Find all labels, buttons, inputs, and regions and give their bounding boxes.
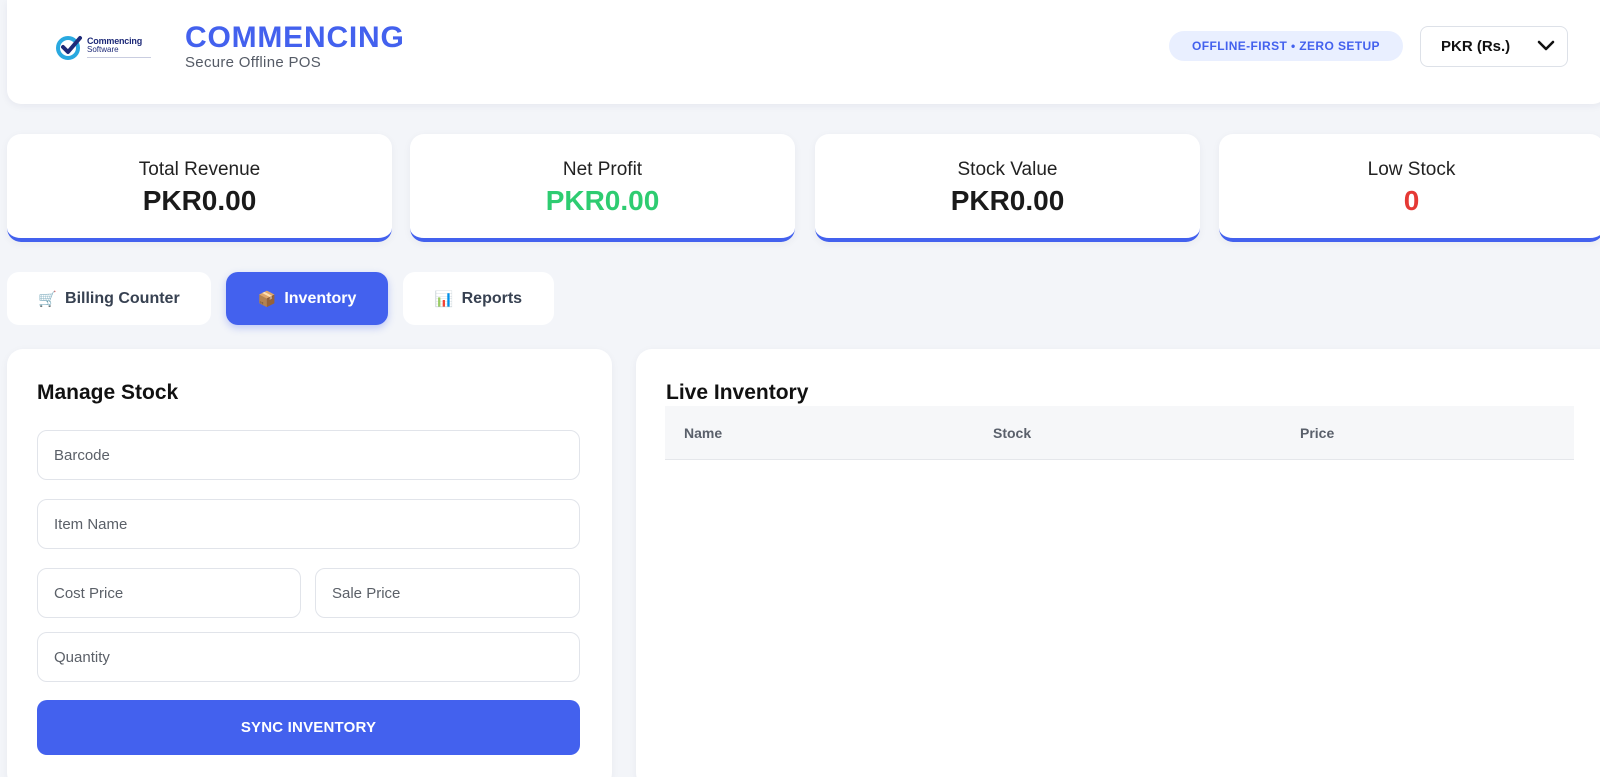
app-header: Commencing Software COMMENCING Secure Of… (7, 0, 1600, 104)
stat-value: PKR0.00 (142, 185, 257, 216)
tab-billing-counter[interactable]: 🛒 Billing Counter (7, 272, 211, 325)
cost-price-input[interactable] (37, 568, 301, 618)
chart-icon: 📊 (434, 290, 454, 308)
stat-card-total-revenue: Total Revenue PKR0.00 (7, 134, 392, 242)
currency-select-value: PKR (Rs.) (1441, 38, 1511, 55)
item-name-input[interactable] (37, 499, 580, 549)
inventory-table-header: Name Stock Price (665, 406, 1574, 460)
column-header-name: Name (684, 425, 723, 441)
stat-label: Low Stock (1367, 159, 1456, 180)
stat-card-net-profit: Net Profit PKR0.00 (410, 134, 795, 242)
tab-label: Reports (461, 289, 523, 307)
brand-subtitle: Secure Offline POS (185, 54, 322, 71)
status-badge: OFFLINE-FIRST • ZERO SETUP (1169, 31, 1403, 61)
tab-reports[interactable]: 📊 Reports (403, 272, 554, 325)
cart-icon: 🛒 (38, 290, 58, 308)
stat-card-low-stock: Low Stock 0 (1219, 134, 1600, 242)
stat-label: Stock Value (957, 159, 1058, 180)
stat-value: PKR0.00 (950, 185, 1065, 216)
chevron-down-icon (1537, 40, 1555, 51)
tab-inventory[interactable]: 📦 Inventory (226, 272, 388, 325)
barcode-input[interactable] (37, 430, 580, 480)
sale-price-input[interactable] (315, 568, 580, 618)
stat-value: PKR0.00 (545, 185, 660, 216)
sync-inventory-button[interactable]: SYNC INVENTORY (37, 700, 580, 755)
tab-label: Inventory (284, 289, 357, 307)
manage-stock-panel: Manage Stock SYNC INVENTORY (7, 349, 612, 777)
quantity-input[interactable] (37, 632, 580, 682)
check-logo-icon (56, 36, 82, 60)
live-inventory-panel: Live Inventory Name Stock Price (636, 349, 1600, 777)
stat-value: 0 (1403, 185, 1420, 216)
column-header-stock: Stock (993, 425, 1032, 441)
currency-select[interactable]: PKR (Rs.) (1420, 26, 1568, 67)
tab-label: Billing Counter (65, 289, 180, 307)
stat-card-stock-value: Stock Value PKR0.00 (815, 134, 1200, 242)
package-icon: 📦 (257, 290, 277, 308)
live-inventory-title: Live Inventory (666, 381, 809, 404)
manage-stock-title: Manage Stock (37, 381, 179, 404)
company-logo: Commencing Software (55, 30, 161, 64)
brand-title: COMMENCING (185, 21, 405, 54)
column-header-price: Price (1300, 425, 1335, 441)
stat-label: Net Profit (562, 159, 643, 180)
logo-wordmark-sub: Software (87, 44, 119, 54)
stat-label: Total Revenue (138, 159, 261, 180)
